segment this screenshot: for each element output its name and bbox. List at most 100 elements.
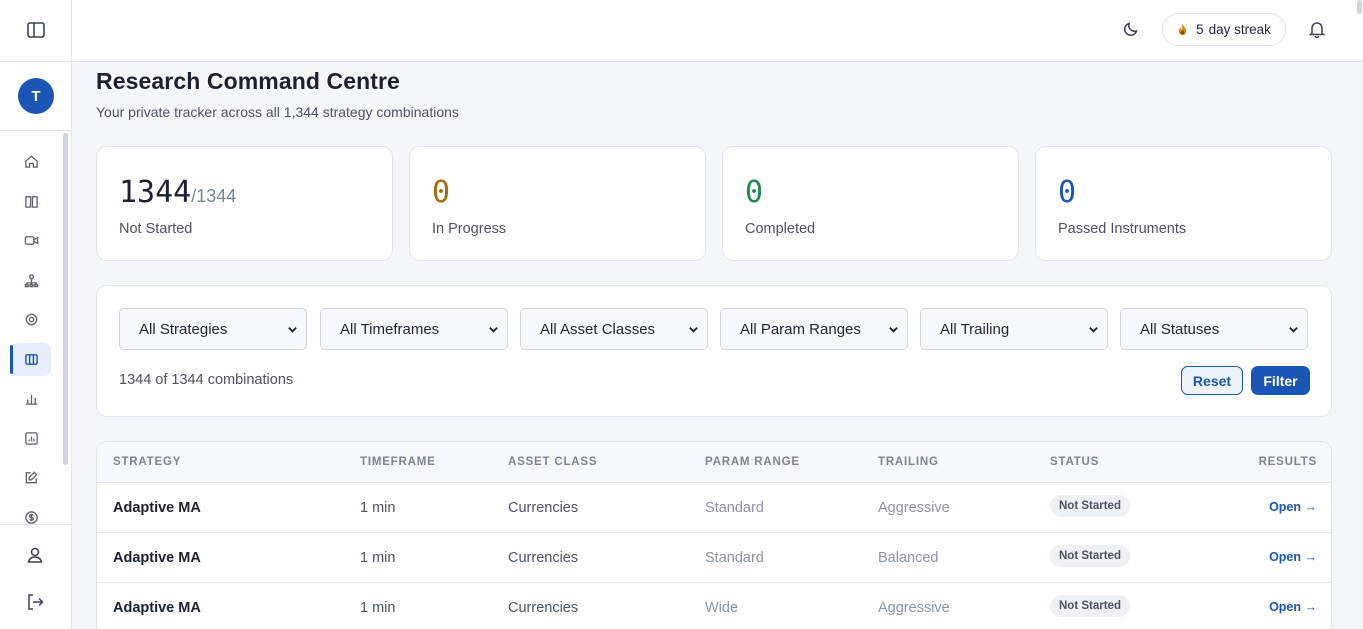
table-row[interactable]: Adaptive MA 1 min Currencies Standard Ba…: [97, 533, 1331, 583]
cell-asset-class: Currencies: [508, 500, 579, 516]
nav-network[interactable]: [0, 261, 62, 301]
table-row[interactable]: Adaptive MA 1 min Currencies Wide Aggres…: [97, 583, 1331, 629]
cell-timeframe: 1 min: [360, 600, 396, 616]
stat-value: 0: [745, 175, 764, 210]
chevron-down-icon: [1089, 326, 1098, 333]
dollar-icon: [24, 510, 38, 524]
bar-chart-icon: [25, 395, 37, 406]
logout-icon[interactable]: [25, 592, 45, 612]
stat-card-not-started: 1344/1344 Not Started: [96, 146, 393, 261]
chevron-down-icon: [889, 326, 898, 333]
timeframe-select[interactable]: All Timeframes: [320, 308, 508, 350]
chevron-down-icon: [1289, 326, 1298, 333]
cell-param-range: Wide: [705, 600, 739, 616]
stat-label: Completed: [745, 221, 816, 237]
column-header-results[interactable]: RESULTS: [1259, 456, 1317, 468]
flame-icon: [1178, 24, 1187, 35]
open-results-link[interactable]: Open →: [1269, 600, 1317, 614]
column-header-trailing[interactable]: TRAILING: [878, 456, 939, 468]
column-header-status[interactable]: STATUS: [1050, 456, 1099, 468]
nav-analytics[interactable]: [0, 379, 62, 419]
cell-timeframe: 1 min: [360, 500, 396, 516]
avatar[interactable]: T: [18, 78, 54, 114]
sidebar-divider: [0, 61, 71, 62]
sidebar-nav: [0, 142, 62, 537]
open-results-link[interactable]: Open →: [1269, 550, 1317, 564]
combination-count: 1344 of 1344 combinations: [119, 372, 294, 388]
trailing-select[interactable]: All Trailing: [920, 308, 1108, 350]
sidebar-toggle-icon[interactable]: [26, 20, 46, 40]
combinations-table: STRATEGY TIMEFRAME ASSET CLASS PARAM RAN…: [96, 441, 1332, 629]
chevron-down-icon: [689, 326, 698, 333]
chevron-down-icon: [288, 326, 297, 333]
sidebar-scrollbar[interactable]: [63, 133, 68, 465]
cell-strategy: Adaptive MA: [113, 500, 201, 516]
stat-label: Passed Instruments: [1058, 221, 1187, 237]
status-badge: Not Started: [1050, 495, 1130, 517]
sidebar-divider: [0, 130, 71, 131]
streak-badge[interactable]: 5 day streak: [1162, 13, 1286, 46]
filter-panel: All Strategies All Timeframes All Asset …: [96, 285, 1332, 417]
cell-strategy: Adaptive MA: [113, 550, 201, 566]
streak-label: day streak: [1208, 22, 1271, 37]
cell-param-range: Standard: [705, 550, 764, 566]
page-title: Research Command Centre: [96, 68, 400, 94]
topbar: 5 day streak: [72, 0, 1363, 62]
column-header-strategy[interactable]: STRATEGY: [113, 456, 181, 468]
table-row[interactable]: Adaptive MA 1 min Currencies Standard Ag…: [97, 483, 1331, 533]
nav-videos[interactable]: [0, 221, 62, 261]
stat-value: 1344/1344: [119, 175, 237, 210]
open-results-link[interactable]: Open →: [1269, 500, 1317, 514]
cell-trailing: Aggressive: [878, 600, 950, 616]
cell-strategy: Adaptive MA: [113, 600, 201, 616]
stat-card-in-progress: 0 In Progress: [409, 146, 706, 261]
book-icon: [24, 195, 38, 208]
gear-icon: [25, 313, 37, 326]
nav-settings[interactable]: [0, 300, 62, 340]
cell-timeframe: 1 min: [360, 550, 396, 566]
network-icon: [24, 273, 38, 287]
video-icon: [24, 236, 38, 246]
grid-icon: [24, 353, 38, 365]
avatar-initial: T: [31, 87, 41, 105]
page-scrollbar[interactable]: [1357, 0, 1362, 14]
nav-combinations[interactable]: [0, 340, 62, 380]
strategy-select[interactable]: All Strategies: [119, 308, 307, 350]
nav-home[interactable]: [0, 142, 62, 182]
stat-label: In Progress: [432, 221, 507, 237]
table-header: STRATEGY TIMEFRAME ASSET CLASS PARAM RAN…: [97, 442, 1331, 483]
reset-button[interactable]: Reset: [1181, 366, 1243, 395]
cell-asset-class: Currencies: [508, 550, 579, 566]
asset-class-select[interactable]: All Asset Classes: [520, 308, 708, 350]
cell-trailing: Balanced: [878, 550, 939, 566]
stat-card-completed: 0 Completed: [722, 146, 1019, 261]
column-header-asset-class[interactable]: ASSET CLASS: [508, 456, 597, 468]
streak-count: 5: [1196, 22, 1204, 37]
stat-label: Not Started: [119, 221, 193, 237]
status-badge: Not Started: [1050, 545, 1130, 567]
cell-param-range: Standard: [705, 500, 764, 516]
nav-reports[interactable]: [0, 419, 62, 459]
nav-library[interactable]: [0, 182, 62, 222]
param-range-select[interactable]: All Param Ranges: [720, 308, 908, 350]
nav-journal[interactable]: [0, 458, 62, 498]
stat-card-passed-instruments: 0 Passed Instruments: [1035, 146, 1332, 261]
nav-billing[interactable]: [0, 498, 62, 538]
column-header-param-range[interactable]: PARAM RANGE: [705, 456, 800, 468]
bell-icon[interactable]: [1308, 20, 1326, 39]
status-select[interactable]: All Statuses: [1120, 308, 1308, 350]
filter-button[interactable]: Filter: [1251, 366, 1310, 395]
page-subtitle: Your private tracker across all 1,344 st…: [96, 104, 459, 120]
sidebar: T: [0, 0, 72, 629]
cell-trailing: Aggressive: [878, 500, 950, 516]
profile-icon[interactable]: [25, 545, 45, 565]
stat-value: 0: [432, 175, 451, 210]
cell-asset-class: Currencies: [508, 600, 579, 616]
edit-icon: [25, 471, 38, 484]
chevron-down-icon: [489, 326, 498, 333]
home-icon: [24, 155, 38, 169]
moon-icon[interactable]: [1122, 20, 1140, 38]
chart-box-icon: [24, 431, 38, 445]
column-header-timeframe[interactable]: TIMEFRAME: [360, 456, 436, 468]
stat-value: 0: [1058, 175, 1077, 210]
